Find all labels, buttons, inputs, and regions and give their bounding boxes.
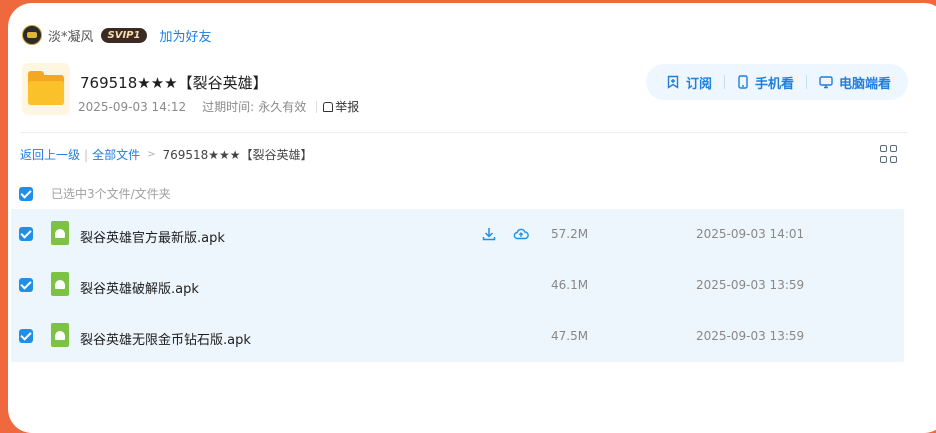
file-name[interactable]: 裂谷英雄官方最新版.apk <box>80 227 225 246</box>
android-apk-icon <box>51 323 69 347</box>
file-name[interactable]: 裂谷英雄破解版.apk <box>80 278 199 297</box>
crumb-current: 769518★★★【裂谷英雄】 <box>162 148 313 162</box>
select-all-row: 已选中3个文件/文件夹 <box>19 185 171 202</box>
subscribe-label: 订阅 <box>686 76 713 92</box>
grid-view-icon[interactable] <box>880 145 898 163</box>
divider <box>20 132 908 133</box>
file-date: 2025-09-03 13:59 <box>696 329 805 343</box>
file-list: 裂谷英雄官方最新版.apk 57.2M 2025-09-03 14:01 裂谷英… <box>11 209 904 362</box>
file-size: 57.2M <box>551 227 589 241</box>
monitor-icon <box>819 76 833 89</box>
pc-view-button[interactable]: 电脑端看 <box>819 73 891 92</box>
meta-divider <box>316 100 318 113</box>
phone-icon <box>738 75 748 89</box>
mobile-view-button[interactable]: 手机看 <box>737 73 794 92</box>
select-all-checkbox[interactable] <box>19 186 33 201</box>
add-friend-link[interactable]: 加为好友 <box>159 26 211 45</box>
expiry-label: 过期时间: <box>202 100 255 114</box>
action-bar: 订阅 手机看 电脑端看 <box>646 64 908 100</box>
back-link[interactable]: 返回上一级 <box>20 146 80 163</box>
selection-status: 已选中3个文件/文件夹 <box>51 187 171 201</box>
file-checkbox[interactable] <box>19 329 33 343</box>
share-title: 769518★★★【裂谷英雄】 <box>80 74 268 92</box>
share-date: 2025-09-03 14:12 <box>78 99 187 114</box>
action-divider <box>806 75 808 89</box>
all-files-link[interactable]: 全部文件 <box>92 146 140 163</box>
file-checkbox[interactable] <box>19 227 33 241</box>
android-apk-icon <box>51 272 69 296</box>
expiry-value: 永久有效 <box>258 100 307 114</box>
file-size: 47.5M <box>551 329 589 343</box>
report-button[interactable]: 举报 <box>323 98 359 115</box>
file-row[interactable]: 裂谷英雄破解版.apk 46.1M 2025-09-03 13:59 <box>11 260 904 311</box>
report-label: 举报 <box>335 100 360 114</box>
pc-view-label: 电脑端看 <box>839 76 892 92</box>
breadcrumb: 返回上一级 | 全部文件 > 769518★★★【裂谷英雄】 <box>20 146 313 163</box>
mobile-view-label: 手机看 <box>755 76 795 92</box>
action-divider <box>724 75 726 89</box>
username[interactable]: 淡*凝风 <box>48 26 94 45</box>
alarm-icon <box>323 101 334 112</box>
file-size: 46.1M <box>551 278 589 292</box>
download-icon[interactable] <box>481 226 497 242</box>
file-date: 2025-09-03 14:01 <box>696 227 805 241</box>
vip-badge: SVIP1 <box>100 27 148 43</box>
user-row: 淡*凝风 SVIP1 加为好友 <box>22 24 211 46</box>
cloud-save-icon[interactable] <box>513 226 529 242</box>
file-date: 2025-09-03 13:59 <box>696 278 805 292</box>
file-name[interactable]: 裂谷英雄无限金币钻石版.apk <box>80 329 251 348</box>
subscribe-button[interactable]: 订阅 <box>666 73 712 92</box>
folder-icon <box>22 63 70 115</box>
file-row[interactable]: 裂谷英雄无限金币钻石版.apk 47.5M 2025-09-03 13:59 <box>11 311 904 362</box>
chevron-right-icon: > <box>147 149 156 160</box>
file-checkbox[interactable] <box>19 278 33 292</box>
android-apk-icon <box>51 221 69 245</box>
file-row[interactable]: 裂谷英雄官方最新版.apk 57.2M 2025-09-03 14:01 <box>11 209 904 260</box>
user-avatar[interactable] <box>22 25 42 45</box>
crumb-separator: | <box>84 147 89 162</box>
share-meta: 2025-09-03 14:12 过期时间: 永久有效 举报 <box>78 98 359 115</box>
bookmark-plus-icon <box>667 75 679 89</box>
